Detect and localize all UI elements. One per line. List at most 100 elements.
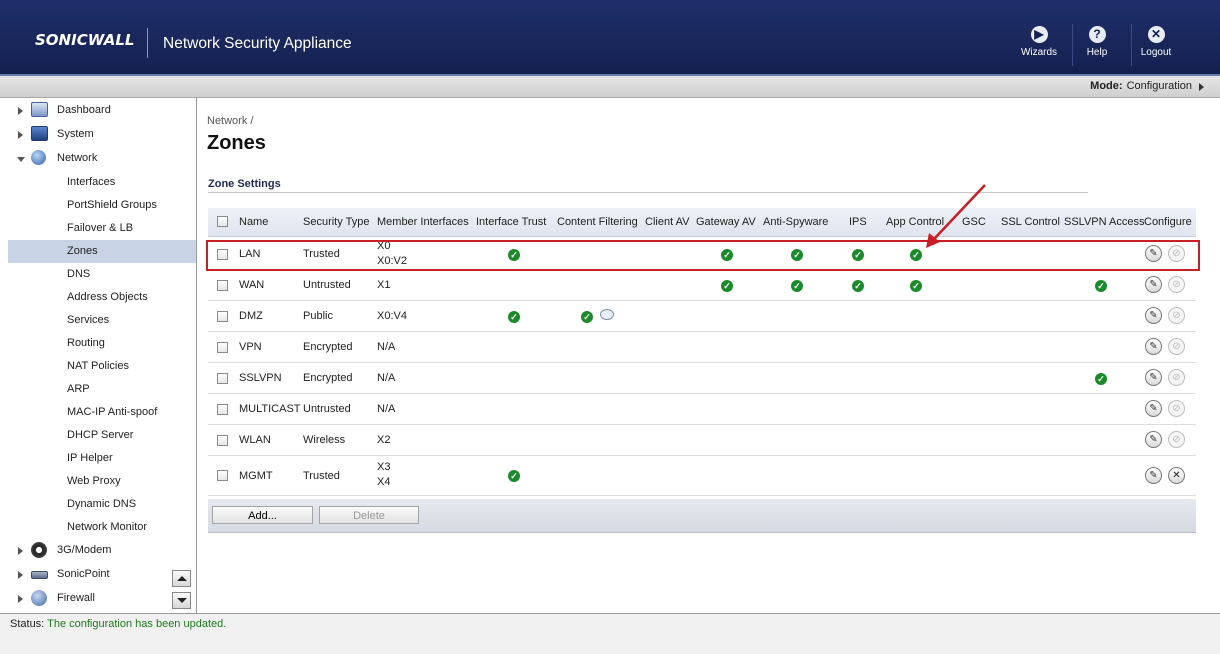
sidebar-item-portshield-groups[interactable]: PortShield Groups <box>8 194 196 217</box>
column-header[interactable]: Member Interfaces <box>377 216 469 228</box>
column-header[interactable]: Gateway AV <box>696 216 756 228</box>
edit-icon[interactable]: ✎ <box>1145 400 1162 417</box>
member-interface: N/A <box>377 372 396 384</box>
wizards-label: Wizards <box>1020 47 1058 58</box>
sidebar-item-dashboard[interactable]: Dashboard <box>8 99 196 122</box>
sidebar-item-routing[interactable]: Routing <box>8 332 196 355</box>
breadcrumb[interactable]: Network / <box>207 115 253 127</box>
edit-icon[interactable]: ✎ <box>1145 369 1162 386</box>
sidebar-item-label: Dashboard <box>57 104 111 116</box>
sidebar-item-dhcp-server[interactable]: DHCP Server <box>8 424 196 447</box>
expand-arrow-icon[interactable] <box>18 595 23 603</box>
logout-button[interactable]: ✕ Logout <box>1132 26 1180 58</box>
row-checkbox[interactable] <box>217 311 228 322</box>
table-row[interactable]: MULTICAST Untrusted N/A ✎ ⊘ <box>208 394 1196 425</box>
security-type: Encrypted <box>303 341 353 353</box>
column-header[interactable]: IPS <box>849 216 867 228</box>
sidebar-item-nat-policies[interactable]: NAT Policies <box>8 355 196 378</box>
sidebar-item-network-monitor[interactable]: Network Monitor <box>8 516 196 539</box>
column-header[interactable]: GSC <box>962 216 986 228</box>
expand-arrow-icon[interactable] <box>18 107 23 115</box>
security-type: Public <box>303 310 333 322</box>
table-row[interactable]: SSLVPN Encrypted N/A ✓ ✎ ⊘ <box>208 363 1196 394</box>
sidebar-item-dns[interactable]: DNS <box>8 263 196 286</box>
sidebar-item-arp[interactable]: ARP <box>8 378 196 401</box>
sidebar-item-network[interactable]: Network <box>8 147 196 170</box>
zone-name: MULTICAST <box>239 403 301 415</box>
column-header[interactable]: Name <box>239 216 268 228</box>
mode-selector[interactable]: Mode: Configuration <box>1090 80 1192 92</box>
sidebar-item-interfaces[interactable]: Interfaces <box>8 171 196 194</box>
dashboard-icon <box>31 102 48 117</box>
delete-icon[interactable]: ✕ <box>1168 467 1185 484</box>
sidebar-scroll-up-button[interactable] <box>172 570 191 587</box>
wizards-button[interactable]: ▶ Wizards <box>1015 26 1063 58</box>
sidebar-item-system[interactable]: System <box>8 123 196 146</box>
sidebar-item-failover-lb[interactable]: Failover & LB <box>8 217 196 240</box>
column-header[interactable]: Interface Trust <box>476 216 546 228</box>
sidebar-item-mac-ip-anti-spoof[interactable]: MAC-IP Anti-spoof <box>8 401 196 424</box>
sidebar-item-address-objects[interactable]: Address Objects <box>8 286 196 309</box>
row-checkbox[interactable] <box>217 435 228 446</box>
expand-arrow-icon[interactable] <box>18 131 23 139</box>
column-header[interactable]: SSL Control <box>1001 216 1060 228</box>
member-interface: X2 <box>377 434 391 446</box>
add-button[interactable]: Add... <box>212 506 313 524</box>
row-checkbox[interactable] <box>217 404 228 415</box>
sidebar-item-sonicpoint[interactable]: SonicPoint <box>8 563 196 586</box>
sidebar-item-firewall[interactable]: Firewall <box>8 587 196 610</box>
sidebar-item-zones[interactable]: Zones <box>8 240 196 263</box>
security-type: Wireless <box>303 434 346 446</box>
member-interface: X1 <box>377 279 391 291</box>
chevron-right-icon[interactable] <box>1199 83 1204 91</box>
edit-icon[interactable]: ✎ <box>1145 276 1162 293</box>
column-header[interactable]: Client AV <box>645 216 689 228</box>
sidebar-item-services[interactable]: Services <box>8 309 196 332</box>
sidebar-item-label: Firewall <box>57 592 95 604</box>
sidebar-item-ip-helper[interactable]: IP Helper <box>8 447 196 470</box>
column-header[interactable]: Security Type <box>303 216 369 228</box>
delete-button[interactable]: Delete <box>319 506 419 524</box>
table-row[interactable]: MGMT Trusted X3 X4 ✓ ✎ ✕ <box>208 456 1196 496</box>
member-interface: X4 <box>377 476 391 488</box>
zone-name: MGMT <box>239 470 273 482</box>
sidebar-item-label: DHCP Server <box>67 429 134 441</box>
collapse-arrow-icon[interactable] <box>17 157 25 162</box>
edit-icon[interactable]: ✎ <box>1145 467 1162 484</box>
help-button[interactable]: ? Help <box>1073 26 1121 58</box>
sidebar-item-label: Interfaces <box>67 176 116 188</box>
sidebar-scroll-down-button[interactable] <box>172 592 191 609</box>
edit-icon[interactable]: ✎ <box>1145 338 1162 355</box>
sidebar-item-dynamic-dns[interactable]: Dynamic DNS <box>8 493 196 516</box>
row-checkbox[interactable] <box>217 470 228 481</box>
sidebar-item-label: Routing <box>67 337 105 349</box>
row-checkbox[interactable] <box>217 373 228 384</box>
delete-disabled-icon: ⊘ <box>1168 369 1185 386</box>
edit-icon[interactable]: ✎ <box>1145 431 1162 448</box>
row-checkbox[interactable] <box>217 280 228 291</box>
sidebar-item-label: Failover & LB <box>67 222 134 234</box>
column-header[interactable]: App Control <box>886 216 944 228</box>
row-checkbox[interactable] <box>217 342 228 353</box>
comment-icon[interactable] <box>600 309 614 320</box>
column-header[interactable]: Anti-Spyware <box>763 216 828 228</box>
member-interface: N/A <box>377 341 396 353</box>
member-interface: X3 <box>377 461 391 473</box>
sidebar-item-label: Web Proxy <box>67 475 121 487</box>
expand-arrow-icon[interactable] <box>18 547 23 555</box>
column-header[interactable]: Content Filtering <box>557 216 638 228</box>
table-row[interactable]: VPN Encrypted N/A ✎ ⊘ <box>208 332 1196 363</box>
table-row[interactable]: WLAN Wireless X2 ✎ ⊘ <box>208 425 1196 456</box>
table-row[interactable]: DMZ Public X0:V4 ✓ ✓ ✎ ⊘ <box>208 301 1196 332</box>
column-header[interactable]: SSLVPN Access <box>1064 216 1145 228</box>
sidebar-item-web-proxy[interactable]: Web Proxy <box>8 470 196 493</box>
expand-arrow-icon[interactable] <box>18 571 23 579</box>
check-icon: ✓ <box>721 280 733 292</box>
table-row[interactable]: WAN Untrusted X1 ✓ ✓ ✓ ✓ ✓ ✎ ⊘ <box>208 270 1196 301</box>
main-content: Network / Zones Zone Settings Name Secur… <box>198 98 1212 613</box>
delete-disabled-icon: ⊘ <box>1168 307 1185 324</box>
sidebar-item-3g-modem[interactable]: 3G/Modem <box>8 539 196 562</box>
edit-icon[interactable]: ✎ <box>1145 307 1162 324</box>
select-all-checkbox[interactable] <box>217 216 228 227</box>
system-icon <box>31 126 48 141</box>
